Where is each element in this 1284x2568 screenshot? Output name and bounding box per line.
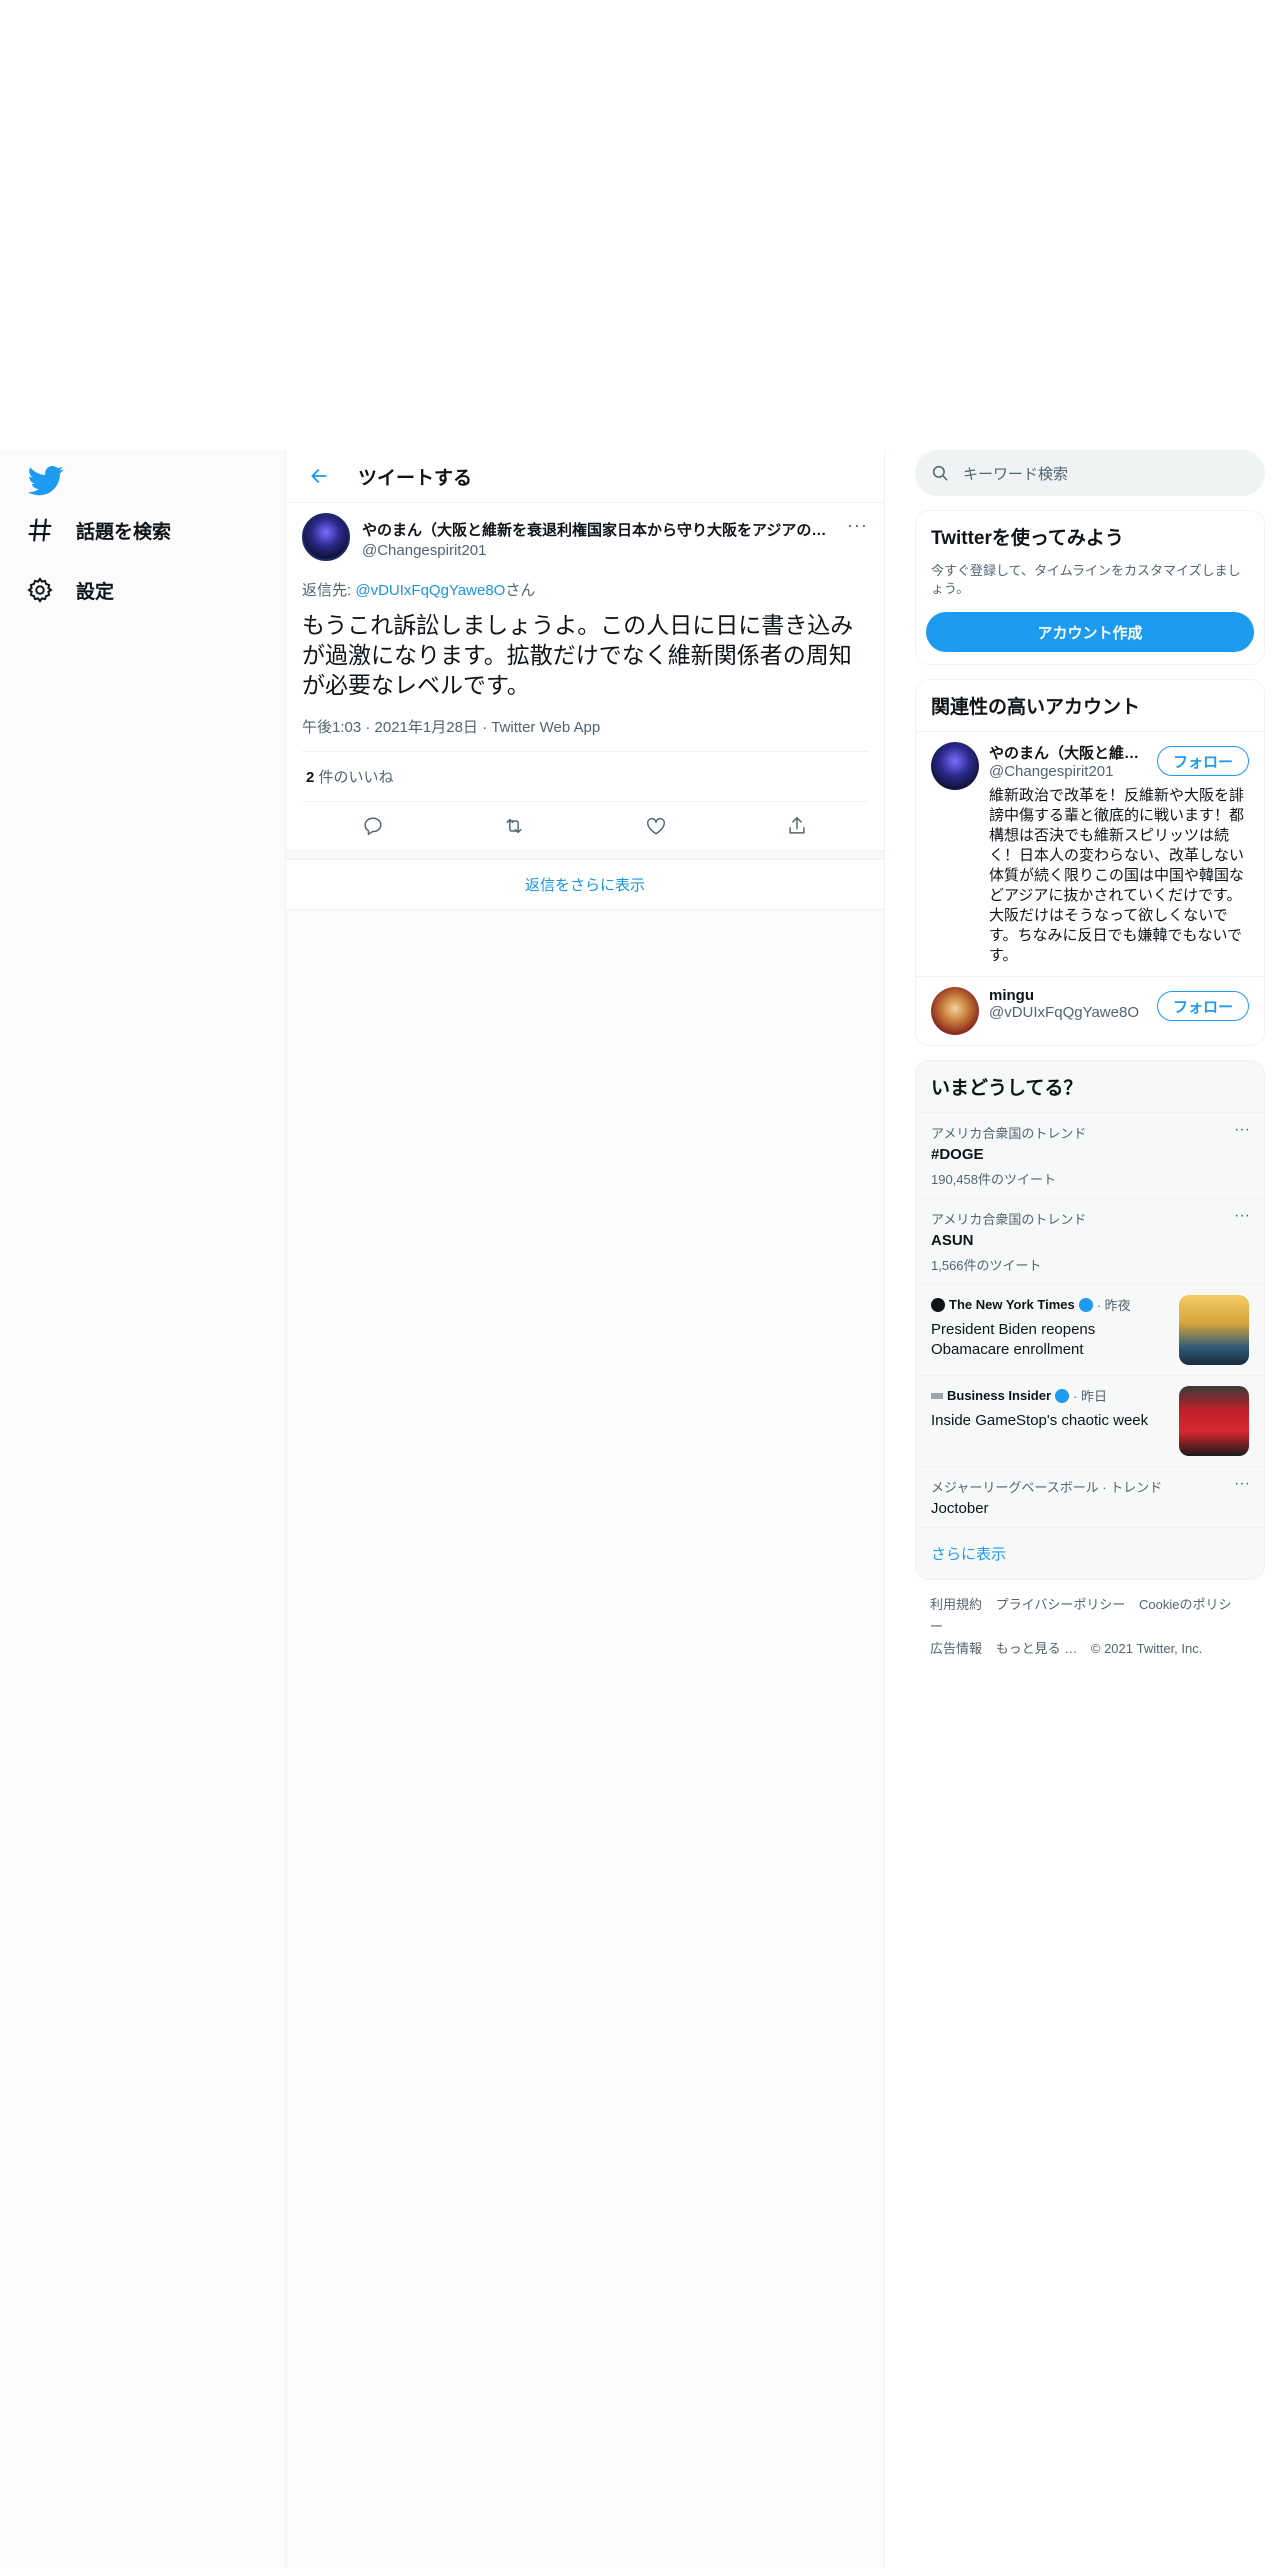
tweet-text: もうこれ訴訟しましょうよ。この人日に日に書き込みが過激になります。拡散だけでなく… (302, 612, 854, 698)
news-item[interactable]: The New York Times · 昨夜 President Biden … (916, 1284, 1264, 1375)
verified-badge-icon (1055, 1388, 1070, 1403)
follow-button[interactable]: フォロー (1157, 746, 1249, 776)
trends-card: いまどうしてる？ アメリカ合衆国のトレンド #DOGE 190,458件のツイー… (915, 1060, 1265, 1580)
author-handle[interactable]: @Changespirit201 (362, 542, 832, 559)
news-source: Business Insider · 昨日 (931, 1386, 1161, 1405)
reply-prefix: 返信先: (302, 582, 356, 599)
nav-explore-label: 話題を検索 (76, 521, 172, 543)
nav-settings[interactable]: 設定 (26, 568, 114, 612)
author-avatar[interactable] (302, 513, 350, 561)
signup-card: Twitterを使ってみよう 今すぐ登録して、タイムラインをカスタマイズしましょ… (915, 510, 1265, 665)
tweet: やのまん（大阪と維新を衰退利権国家日本から守り大阪をアジアの… @Changes… (286, 503, 884, 850)
footer-link-ads[interactable]: 広告情報 (930, 1641, 982, 1656)
back-arrow-icon (311, 469, 327, 483)
hashtag-icon (28, 518, 52, 542)
news-title: Inside GameStop's chaotic week (931, 1412, 1149, 1429)
relevant-accounts-card: 関連性の高いアカウント やのまん（大阪と維… @Changespirit201 … (915, 679, 1265, 1046)
verified-badge-icon (1078, 1297, 1093, 1312)
like-heart-icon[interactable] (645, 815, 667, 837)
news-source-name: The New York Times (949, 1297, 1075, 1312)
trend-context: アメリカ合衆国のトレンド (931, 1212, 1087, 1227)
news-body: Business Insider · 昨日 Inside GameStop's … (931, 1386, 1161, 1456)
trend-context: アメリカ合衆国のトレンド (931, 1126, 1087, 1141)
reply-icon[interactable] (362, 815, 384, 837)
trends-title: いまどうしてる？ (931, 1078, 1083, 1099)
share-icon[interactable] (786, 815, 808, 837)
trend-name: #DOGE (931, 1146, 984, 1163)
news-time: · 昨日 (1073, 1389, 1107, 1404)
account-avatar[interactable] (931, 742, 979, 790)
gear-icon (27, 577, 53, 603)
relevant-accounts-title: 関連性の高いアカウント (931, 697, 1141, 718)
account-item[interactable]: やのまん（大阪と維… @Changespirit201 維新政治で改革を！反維新… (916, 731, 1264, 976)
retweet-icon[interactable] (503, 815, 525, 837)
left-nav: 話題を検索 設定 (0, 450, 285, 2568)
author-info: やのまん（大阪と維新を衰退利権国家日本から守り大阪をアジアの… @Changes… (362, 513, 832, 559)
reply-to: 返信先: @vDUIxFqQgYawe8Oさん (302, 579, 868, 600)
likes-count[interactable]: 2 件のいいね (302, 752, 868, 802)
account-item[interactable]: mingu @vDUIxFqQgYawe8O フォロー (916, 976, 1264, 1045)
trend-count: 190,458件のツイート (931, 1172, 1056, 1187)
footer-row: 広告情報 もっと見る … © 2021 Twitter, Inc. (930, 1638, 1250, 1660)
news-thumbnail (1179, 1386, 1249, 1456)
footer-copyright: © 2021 Twitter, Inc. (1090, 1641, 1203, 1656)
header: ツイートする (286, 450, 884, 503)
page: 話題を検索 設定 ツイートする やのまん（大阪と維新を衰退利権国家日本から守り大… (0, 0, 1284, 2568)
reply-mention-link[interactable]: @vDUIxFqQgYawe8O (355, 582, 505, 599)
footer-link-terms[interactable]: 利用規約 (930, 1597, 982, 1612)
trend-count: 1,566件のツイート (931, 1258, 1042, 1273)
tweet-actions (302, 802, 868, 850)
author-name[interactable]: やのまん（大阪と維新を衰退利権国家日本から守り大阪をアジアの… (362, 519, 832, 540)
nav-settings-label: 設定 (76, 581, 115, 603)
news-source-name: Business Insider (947, 1388, 1052, 1403)
likes-label: 件のいいね (314, 769, 394, 786)
nyt-logo-icon (931, 1297, 945, 1312)
trend-context: メジャーリーグベースボール · トレンド (931, 1480, 1163, 1495)
signup-subtitle: 今すぐ登録して、タイムラインをカスタマイズしましょう。 (931, 563, 1241, 596)
show-more-link[interactable]: さらに表示 (916, 1527, 1264, 1579)
reply-suffix: さん (505, 582, 536, 599)
more-options-icon[interactable]: ··· (1234, 1475, 1250, 1493)
search-input[interactable]: キーワード検索 (963, 463, 1068, 484)
tweet-meta: 午後1:03 · 2021年1月28日 · Twitter Web App (302, 716, 868, 752)
signup-title: Twitterを使ってみよう (931, 528, 1124, 549)
tweet-detail: ツイートする やのまん（大阪と維新を衰退利権国家日本から守り大阪をアジアの… @… (286, 450, 884, 910)
follow-button[interactable]: フォロー (1157, 991, 1249, 1021)
footer: 利用規約 プライバシーポリシー Cookieのポリシー 広告情報 もっと見る …… (915, 1594, 1265, 1660)
account-avatar[interactable] (931, 987, 979, 1035)
trend-name: Joctober (931, 1500, 989, 1517)
news-source: The New York Times · 昨夜 (931, 1295, 1161, 1314)
right-sidebar: キーワード検索 Twitterを使ってみよう 今すぐ登録して、タイムラインをカス… (915, 450, 1265, 1660)
more-options-icon[interactable]: ··· (1234, 1121, 1250, 1139)
page-title: ツイートする (358, 467, 473, 489)
footer-link-more[interactable]: もっと見る … (996, 1641, 1078, 1656)
nav-explore[interactable]: 話題を検索 (26, 508, 171, 552)
trend-item[interactable]: メジャーリーグベースボール · トレンド Joctober ··· (916, 1466, 1264, 1527)
trend-item[interactable]: アメリカ合衆国のトレンド ASUN 1,566件のツイート ··· (916, 1198, 1264, 1284)
back-button[interactable] (302, 459, 336, 493)
main-column: ツイートする やのまん（大阪と維新を衰退利権国家日本から守り大阪をアジアの… @… (285, 450, 885, 2568)
account-name[interactable]: mingu (989, 987, 1139, 1004)
tweet-header: やのまん（大阪と維新を衰退利権国家日本から守り大阪をアジアの… @Changes… (302, 513, 868, 561)
news-thumbnail (1179, 1295, 1249, 1365)
trend-item[interactable]: アメリカ合衆国のトレンド #DOGE 190,458件のツイート ··· (916, 1112, 1264, 1198)
search-icon (932, 465, 948, 481)
business-insider-logo-icon (931, 1392, 943, 1399)
news-time: · 昨夜 (1096, 1298, 1131, 1313)
more-options-icon[interactable]: ··· (1234, 1207, 1250, 1225)
news-item[interactable]: Business Insider · 昨日 Inside GameStop's … (916, 1375, 1264, 1466)
account-bio: 維新政治で改革を！反維新や大阪を誹謗中傷する輩と徹底的に戦います！都構想は否決で… (989, 787, 1245, 964)
divider (286, 850, 884, 860)
news-body: The New York Times · 昨夜 President Biden … (931, 1295, 1161, 1365)
more-options-icon[interactable]: ··· (847, 515, 868, 536)
account-name[interactable]: やのまん（大阪と維… (989, 742, 1139, 763)
footer-link-privacy[interactable]: プライバシーポリシー (996, 1597, 1126, 1612)
search-box[interactable]: キーワード検索 (915, 450, 1265, 496)
create-account-button[interactable]: アカウント作成 (926, 612, 1254, 652)
footer-row: 利用規約 プライバシーポリシー Cookieのポリシー (930, 1594, 1250, 1638)
twitter-logo-icon[interactable] (28, 462, 64, 498)
news-title: President Biden reopens Obamacare enroll… (931, 1321, 1096, 1358)
show-more-replies-link[interactable]: 返信をさらに表示 (286, 860, 884, 910)
trend-name: ASUN (931, 1232, 974, 1249)
